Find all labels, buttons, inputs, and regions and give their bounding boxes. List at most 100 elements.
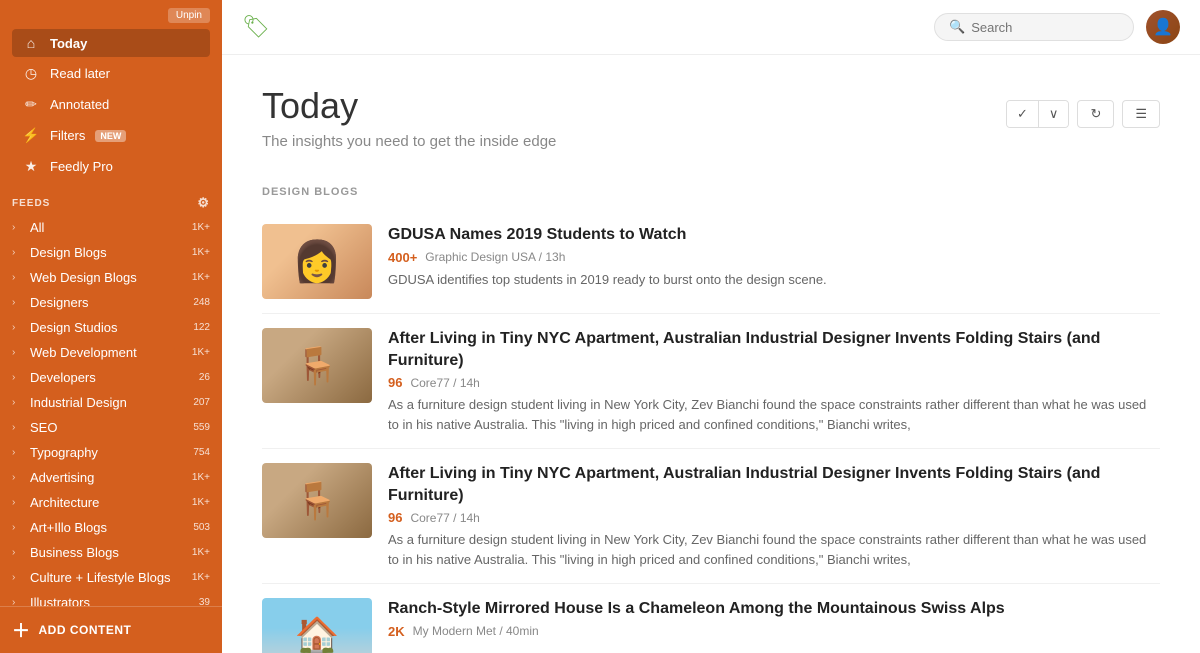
article-thumbnail: 🪑 <box>262 328 372 403</box>
chevron-icon: › <box>12 547 24 558</box>
sidebar-item-business-blogs[interactable]: › Business Blogs 1K+ <box>4 540 218 565</box>
unpin-button[interactable]: Unpin <box>168 8 210 23</box>
sidebar-item-web-development[interactable]: › Web Development 1K+ <box>4 340 218 365</box>
add-content-button[interactable]: ＋ ADD CONTENT <box>12 617 210 643</box>
feed-name: Design Blogs <box>30 245 186 260</box>
sidebar-item-developers[interactable]: › Developers 26 <box>4 365 218 390</box>
feed-name: Industrial Design <box>30 395 187 410</box>
chevron-icon: › <box>12 422 24 433</box>
sidebar-item-all[interactable]: › All 1K+ <box>4 215 218 240</box>
sidebar-item-filters[interactable]: ⚡ Filters NEW <box>12 121 210 150</box>
article-source: My Modern Met / 40min <box>413 624 539 638</box>
sidebar-item-filters-label: Filters <box>50 128 85 143</box>
page-title: Today <box>262 85 556 127</box>
feed-count: 248 <box>193 297 210 308</box>
article-body: After Living in Tiny NYC Apartment, Aust… <box>388 328 1160 434</box>
chevron-icon: › <box>12 222 24 233</box>
chevron-icon: › <box>12 372 24 383</box>
chevron-icon: › <box>12 347 24 358</box>
feed-name: Typography <box>30 445 187 460</box>
sidebar-item-read-later[interactable]: ◷ Read later <box>12 59 210 88</box>
feed-count: 39 <box>199 597 210 606</box>
article-item[interactable]: 👩 GDUSA Names 2019 Students to Watch 400… <box>262 210 1160 314</box>
sidebar-item-designers[interactable]: › Designers 248 <box>4 290 218 315</box>
article-excerpt: As a furniture design student living in … <box>388 530 1160 569</box>
feed-count: 754 <box>193 447 210 458</box>
sidebar-item-design-studios[interactable]: › Design Studios 122 <box>4 315 218 340</box>
sidebar-item-typography[interactable]: › Typography 754 <box>4 440 218 465</box>
article-list: 👩 GDUSA Names 2019 Students to Watch 400… <box>262 210 1160 653</box>
sidebar-item-web-design-blogs[interactable]: › Web Design Blogs 1K+ <box>4 265 218 290</box>
gear-icon[interactable]: ⚙ <box>197 195 210 211</box>
feed-count: 26 <box>199 372 210 383</box>
home-icon: ⌂ <box>22 35 40 51</box>
feeds-header: FEEDS ⚙ <box>0 187 222 215</box>
article-thumbnail: 🪑 <box>262 463 372 538</box>
feed-count: 559 <box>193 422 210 433</box>
feed-name: SEO <box>30 420 187 435</box>
feed-name: Web Design Blogs <box>30 270 186 285</box>
article-item[interactable]: 🪑 After Living in Tiny NYC Apartment, Au… <box>262 449 1160 584</box>
article-score: 400+ <box>388 250 417 265</box>
article-thumbnail: 👩 <box>262 224 372 299</box>
feed-name: Architecture <box>30 495 186 510</box>
feed-count: 1K+ <box>192 347 210 358</box>
sidebar-item-annotated-label: Annotated <box>50 97 109 112</box>
article-title: After Living in Tiny NYC Apartment, Aust… <box>388 463 1160 506</box>
sidebar-item-artillo-blogs[interactable]: › Art+Illo Blogs 503 <box>4 515 218 540</box>
lightning-icon: ⚡ <box>22 127 40 144</box>
plus-icon: ＋ <box>12 617 31 643</box>
article-source: Core77 / 14h <box>410 376 479 390</box>
chevron-icon: › <box>12 447 24 458</box>
article-item[interactable]: 🪑 After Living in Tiny NYC Apartment, Au… <box>262 314 1160 449</box>
sidebar-item-feedly-pro[interactable]: ★ Feedly Pro <box>12 152 210 181</box>
feed-count: 1K+ <box>192 572 210 583</box>
search-icon: 🔍 <box>949 19 965 35</box>
main-content: 🏷 🔍 👤 Today The insights you need to get… <box>222 0 1200 653</box>
star-icon: ★ <box>22 158 40 175</box>
search-input[interactable] <box>971 20 1111 35</box>
chevron-icon: › <box>12 297 24 308</box>
feed-name: All <box>30 220 186 235</box>
feed-name: Web Development <box>30 345 186 360</box>
sidebar-item-architecture[interactable]: › Architecture 1K+ <box>4 490 218 515</box>
sidebar-item-annotated[interactable]: ✏ Annotated <box>12 90 210 119</box>
feed-count: 207 <box>193 397 210 408</box>
refresh-button[interactable]: ↻ <box>1077 100 1114 128</box>
chevron-icon: › <box>12 397 24 408</box>
sidebar-item-read-later-label: Read later <box>50 66 110 81</box>
sidebar-item-design-blogs[interactable]: › Design Blogs 1K+ <box>4 240 218 265</box>
top-bar: 🏷 🔍 👤 <box>222 0 1200 55</box>
article-item[interactable]: 🏠 Ranch-Style Mirrored House Is a Chamel… <box>262 584 1160 653</box>
article-title: After Living in Tiny NYC Apartment, Aust… <box>388 328 1160 371</box>
article-title: GDUSA Names 2019 Students to Watch <box>388 224 1160 246</box>
article-body: Ranch-Style Mirrored House Is a Chameleo… <box>388 598 1160 644</box>
feed-name: Developers <box>30 370 193 385</box>
check-button[interactable]: ✓ <box>1007 101 1039 127</box>
sidebar-item-culture-lifestyle[interactable]: › Culture + Lifestyle Blogs 1K+ <box>4 565 218 590</box>
pencil-icon: ✏ <box>22 96 40 113</box>
sidebar-item-advertising[interactable]: › Advertising 1K+ <box>4 465 218 490</box>
article-score: 96 <box>388 375 402 390</box>
search-box[interactable]: 🔍 <box>934 13 1134 41</box>
feed-name: Advertising <box>30 470 186 485</box>
article-excerpt: GDUSA identifies top students in 2019 re… <box>388 270 1160 290</box>
chevron-icon: › <box>12 572 24 583</box>
feedly-logo: 🏷 <box>242 14 270 40</box>
avatar[interactable]: 👤 <box>1146 10 1180 44</box>
chevron-button[interactable]: ∨ <box>1039 101 1069 127</box>
sidebar: Unpin ⌂ Today ◷ Read later ✏ Annotated ⚡… <box>0 0 222 653</box>
sidebar-item-feedly-pro-label: Feedly Pro <box>50 159 113 174</box>
sidebar-item-illustrators[interactable]: › Illustrators 39 <box>4 590 218 606</box>
sidebar-item-today[interactable]: ⌂ Today <box>12 29 210 57</box>
sidebar-item-today-label: Today <box>50 36 87 51</box>
section-actions: ✓ ∨ ↻ ☰ <box>1006 100 1160 128</box>
article-body: GDUSA Names 2019 Students to Watch 400+ … <box>388 224 1160 289</box>
feed-name: Business Blogs <box>30 545 186 560</box>
list-view-button[interactable]: ☰ <box>1122 100 1160 128</box>
sidebar-item-industrial-design[interactable]: › Industrial Design 207 <box>4 390 218 415</box>
chevron-icon: › <box>12 497 24 508</box>
sidebar-item-seo[interactable]: › SEO 559 <box>4 415 218 440</box>
feed-count: 1K+ <box>192 547 210 558</box>
feed-count: 1K+ <box>192 272 210 283</box>
